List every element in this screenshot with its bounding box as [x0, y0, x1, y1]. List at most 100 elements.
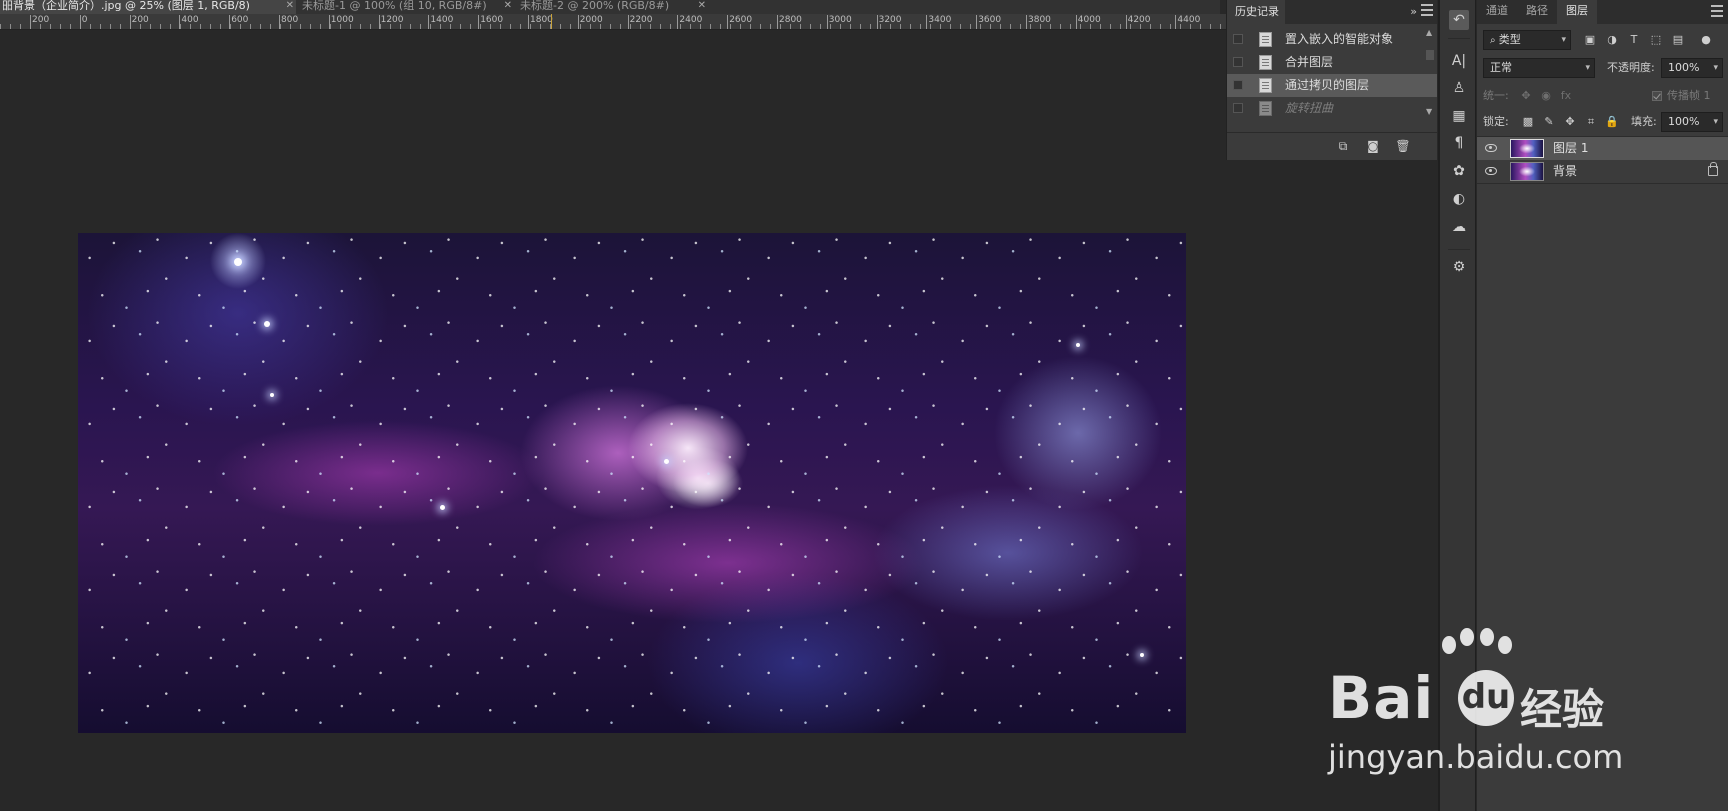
- layers-panel: 通道 路径 图层 ⌕ 类型 ▾ ▣ ◑ T ⬚ ▤ ● 正常 ▾ 不透明度: 1…: [1477, 0, 1728, 811]
- star: [270, 393, 274, 397]
- layer-thumbnail[interactable]: [1510, 139, 1544, 158]
- trash-icon[interactable]: 🗑: [1395, 139, 1411, 153]
- ruler-label: 200: [131, 15, 149, 25]
- unify-style-icon[interactable]: fx: [1559, 89, 1573, 103]
- close-icon[interactable]: ✕: [698, 0, 706, 12]
- blend-mode-select[interactable]: 正常 ▾: [1483, 58, 1595, 78]
- history-item-undone[interactable]: 旋转扭曲: [1227, 97, 1437, 120]
- star: [264, 321, 270, 327]
- ruler-major-tick: [279, 15, 280, 29]
- new-document-from-state-icon[interactable]: ⧉: [1335, 139, 1351, 153]
- ruler-major-tick: [1026, 15, 1027, 29]
- close-icon[interactable]: ✕: [286, 0, 294, 12]
- ruler-label: 1400: [430, 15, 454, 25]
- layer-row-selected[interactable]: 图层 1: [1477, 137, 1728, 160]
- fill-input[interactable]: 100% ▾: [1661, 112, 1723, 132]
- plugin-icon[interactable]: ⚙: [1449, 257, 1469, 277]
- search-icon: ⌕: [1490, 35, 1499, 46]
- history-source-checkbox[interactable]: [1233, 34, 1243, 44]
- scroll-up-icon[interactable]: ▲: [1426, 28, 1432, 37]
- unify-position-icon[interactable]: ✥: [1519, 89, 1533, 103]
- character-icon[interactable]: A|: [1449, 51, 1469, 71]
- filter-type-icon[interactable]: T: [1627, 33, 1641, 47]
- layer-name[interactable]: 背景: [1553, 160, 1577, 183]
- watermark-brand: Bai: [1328, 664, 1435, 732]
- fill-label: 填充:: [1631, 115, 1657, 128]
- filter-shape-icon[interactable]: ⬚: [1649, 33, 1663, 47]
- horizontal-ruler[interactable]: 200 0 200 400 600 800 1000 1200 1400 1600 1800 2000…: [0, 14, 1228, 30]
- ruler-label: 1200: [380, 15, 404, 25]
- filter-adjustment-icon[interactable]: ◑: [1605, 33, 1619, 47]
- unify-visibility-icon[interactable]: ◉: [1539, 89, 1553, 103]
- tab-channels[interactable]: 通道: [1477, 0, 1517, 24]
- document-tab-label: 未标题-2 @ 200% (RGB/8#): [520, 0, 670, 12]
- history-brush-icon[interactable]: ↶: [1449, 10, 1469, 30]
- ruler-label: 400: [181, 15, 199, 25]
- star: [440, 505, 445, 510]
- ruler-label: 1600: [480, 15, 504, 25]
- history-source-checkbox[interactable]: [1233, 103, 1243, 113]
- ruler-major-tick: [1125, 15, 1127, 29]
- camera-snapshot-icon[interactable]: ◙: [1365, 139, 1381, 153]
- photoshop-workspace: 昍背景（企业简介）.jpg @ 25% (图层 1, RGB/8) ✕ 未标题-…: [0, 0, 1728, 811]
- document-tab[interactable]: 未标题-1 @ 100% (组 10, RGB/8#) ✕: [300, 0, 514, 14]
- panel-menu-icon[interactable]: [1421, 4, 1433, 16]
- lock-image-icon[interactable]: ✎: [1542, 115, 1556, 129]
- history-source-checkbox[interactable]: [1233, 80, 1243, 90]
- visibility-eye-icon[interactable]: [1485, 167, 1497, 175]
- tab-history[interactable]: 历史记录: [1227, 0, 1285, 24]
- ruler-label: 2600: [729, 15, 753, 25]
- history-item[interactable]: 置入嵌入的智能对象: [1227, 28, 1437, 51]
- ruler-major-tick: [777, 15, 778, 29]
- lock-all-icon[interactable]: 🔒: [1605, 115, 1619, 129]
- tab-layers[interactable]: 图层: [1557, 0, 1597, 24]
- document-tab-bar: 昍背景（企业简介）.jpg @ 25% (图层 1, RGB/8) ✕ 未标题-…: [0, 0, 1220, 14]
- close-icon[interactable]: ✕: [504, 0, 512, 12]
- propagate-frame-label: 传播帧 1: [1667, 89, 1711, 102]
- lock-artboard-icon[interactable]: ⌗: [1584, 115, 1598, 129]
- chevron-down-icon: ▾: [1713, 63, 1718, 73]
- history-item-label: 旋转扭曲: [1285, 101, 1334, 115]
- lock-transparent-icon[interactable]: ▩: [1521, 115, 1535, 129]
- history-item-selected[interactable]: 通过拷贝的图层: [1227, 74, 1437, 97]
- history-state-icon: [1259, 32, 1272, 47]
- propagate-frame-checkbox[interactable]: [1652, 91, 1662, 101]
- opacity-input[interactable]: 100% ▾: [1661, 58, 1723, 78]
- layer-name[interactable]: 图层 1: [1553, 137, 1588, 160]
- layer-filter-select[interactable]: ⌕ 类型 ▾: [1483, 30, 1571, 50]
- scroll-down-icon[interactable]: ▼: [1426, 107, 1432, 116]
- panel-menu-icon[interactable]: [1711, 5, 1723, 17]
- visibility-eye-icon[interactable]: [1485, 144, 1497, 152]
- ruler-major-tick: [627, 15, 629, 29]
- history-item[interactable]: 合并图层: [1227, 51, 1437, 74]
- adjustment-icon[interactable]: ◐: [1449, 189, 1469, 209]
- cc-libraries-icon[interactable]: ☁: [1449, 217, 1469, 237]
- document-tab-active[interactable]: 昍背景（企业简介）.jpg @ 25% (图层 1, RGB/8) ✕: [0, 0, 296, 14]
- history-scrollbar[interactable]: ▲ ▼: [1424, 28, 1436, 116]
- tab-paths[interactable]: 路径: [1517, 0, 1557, 24]
- layer-row[interactable]: 背景: [1477, 160, 1728, 183]
- canvas-image[interactable]: [78, 233, 1186, 733]
- grid-icon[interactable]: ▦: [1449, 106, 1469, 126]
- ruler-cursor-marker: [551, 14, 552, 29]
- layers-panel-tabs: 通道 路径 图层: [1477, 0, 1728, 24]
- opacity-label: 不透明度:: [1607, 61, 1655, 74]
- filter-smart-object-icon[interactable]: ▤: [1671, 33, 1685, 47]
- history-item-label: 置入嵌入的智能对象: [1285, 32, 1394, 46]
- collapse-panel-icon[interactable]: »: [1410, 5, 1417, 18]
- filter-pixel-icon[interactable]: ▣: [1583, 33, 1597, 47]
- palette-icon[interactable]: ✿: [1449, 161, 1469, 181]
- ruler-label: 4400: [1177, 15, 1201, 25]
- stamp-icon[interactable]: ♙: [1449, 78, 1469, 98]
- document-tab[interactable]: 未标题-2 @ 200% (RGB/8#) ✕: [518, 0, 708, 14]
- layer-thumbnail[interactable]: [1510, 162, 1544, 181]
- lock-position-icon[interactable]: ✥: [1563, 115, 1577, 129]
- scrollbar-thumb[interactable]: [1426, 50, 1434, 60]
- filter-toggle-icon[interactable]: ●: [1699, 33, 1713, 47]
- ruler-label: 2800: [779, 15, 802, 25]
- ruler-label: 3800: [1028, 15, 1051, 25]
- paragraph-icon[interactable]: ¶: [1449, 133, 1469, 153]
- ruler-major-tick: [229, 15, 231, 29]
- ruler-major-tick: [79, 15, 81, 29]
- history-source-checkbox[interactable]: [1233, 57, 1243, 67]
